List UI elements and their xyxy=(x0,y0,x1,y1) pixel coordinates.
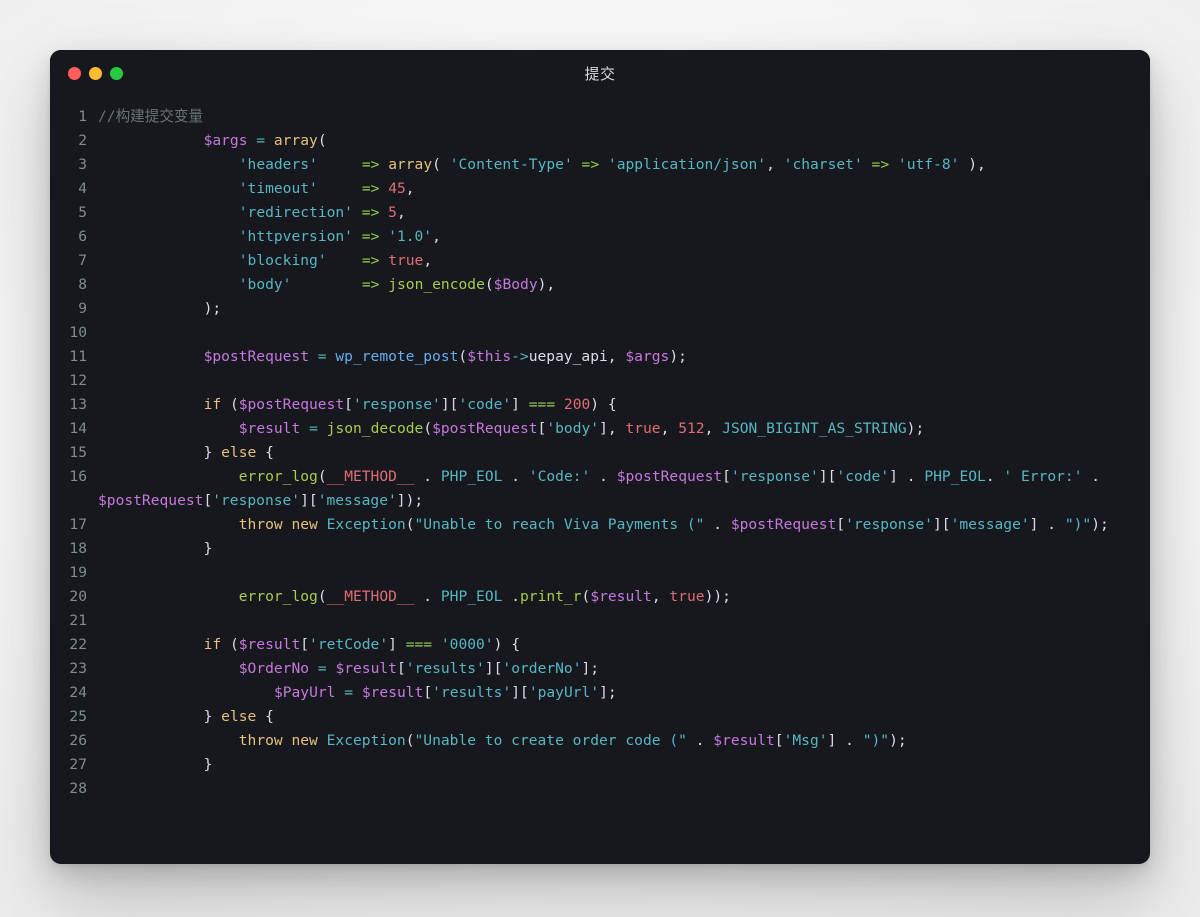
code-line-content[interactable]: } else { xyxy=(98,705,1150,729)
code-row: 3 'headers' => array( 'Content-Type' => … xyxy=(50,153,1150,177)
code-row: 25 } else { xyxy=(50,705,1150,729)
code-row: 17 throw new Exception("Unable to reach … xyxy=(50,513,1150,537)
line-number: 1 xyxy=(78,108,87,125)
window-title: 提交 xyxy=(584,65,616,83)
code-row: 14 $result = json_decode($postRequest['b… xyxy=(50,417,1150,441)
line-number: 15 xyxy=(69,444,87,461)
code-row: 4 'timeout' => 45, xyxy=(50,177,1150,201)
line-number: 16 xyxy=(69,468,87,485)
code-line-content[interactable]: $postRequest = wp_remote_post($this->uep… xyxy=(98,345,1150,369)
line-number: 18 xyxy=(69,540,87,557)
code-line-content[interactable]: ); xyxy=(98,297,1150,321)
line-number: 3 xyxy=(78,156,87,173)
code-row: 11 $postRequest = wp_remote_post($this->… xyxy=(50,345,1150,369)
code-row: 2 $args = array( xyxy=(50,129,1150,153)
code-line-content[interactable] xyxy=(98,777,1150,801)
line-number: 17 xyxy=(69,516,87,533)
code-row: 1 //构建提交变量 xyxy=(50,105,1150,129)
code-line-content[interactable] xyxy=(98,561,1150,585)
code-line-content[interactable] xyxy=(98,369,1150,393)
code-line-content[interactable]: 'httpversion' => '1.0', xyxy=(98,225,1150,249)
code-row: 6 'httpversion' => '1.0', xyxy=(50,225,1150,249)
code-row: 24 $PayUrl = $result['results']['payUrl'… xyxy=(50,681,1150,705)
code-line-content[interactable]: 'timeout' => 45, xyxy=(98,177,1150,201)
code-row: 26 throw new Exception("Unable to create… xyxy=(50,729,1150,753)
code-line-content[interactable]: 'redirection' => 5, xyxy=(98,201,1150,225)
line-number: 9 xyxy=(78,300,87,317)
line-number: 26 xyxy=(69,732,87,749)
code-line-content[interactable]: if ($postRequest['response']['code'] ===… xyxy=(98,393,1150,417)
line-number: 7 xyxy=(78,252,87,269)
code-row: 20 error_log(__METHOD__ . PHP_EOL .print… xyxy=(50,585,1150,609)
code-window: 提交 1//构建提交变量 2 $args = array(3 'headers' … xyxy=(50,50,1150,864)
line-number: 19 xyxy=(69,564,87,581)
line-number: 24 xyxy=(69,684,87,701)
line-number: 13 xyxy=(69,396,87,413)
code-line-content[interactable]: if ($result['retCode'] === '0000') { xyxy=(98,633,1150,657)
line-number: 21 xyxy=(69,612,87,629)
code-row: 19 xyxy=(50,561,1150,585)
code-line-content[interactable]: } xyxy=(98,753,1150,777)
line-number: 22 xyxy=(69,636,87,653)
line-number: 25 xyxy=(69,708,87,725)
line-number: 14 xyxy=(69,420,87,437)
code-row: 28 xyxy=(50,777,1150,801)
line-number: 11 xyxy=(69,348,87,365)
code-row: 15 } else { xyxy=(50,441,1150,465)
line-number: 5 xyxy=(78,204,87,221)
line-number: 6 xyxy=(78,228,87,245)
code-row: 8 'body' => json_encode($Body), xyxy=(50,273,1150,297)
code-row: 16 error_log(__METHOD__ . PHP_EOL . 'Cod… xyxy=(50,465,1150,513)
code-line-content[interactable]: 'headers' => array( 'Content-Type' => 'a… xyxy=(98,153,1150,177)
line-number: 23 xyxy=(69,660,87,677)
code-line-content[interactable]: error_log(__METHOD__ . PHP_EOL .print_r(… xyxy=(98,585,1150,609)
code-row: 22 if ($result['retCode'] === '0000') { xyxy=(50,633,1150,657)
code-row: 13 if ($postRequest['response']['code'] … xyxy=(50,393,1150,417)
code-line-content[interactable]: $PayUrl = $result['results']['payUrl']; xyxy=(98,681,1150,705)
code-line-content[interactable] xyxy=(98,321,1150,345)
code-row: 12 xyxy=(50,369,1150,393)
line-number: 28 xyxy=(69,780,87,797)
line-number: 20 xyxy=(69,588,87,605)
line-number: 12 xyxy=(69,372,87,389)
code-line-content[interactable]: error_log(__METHOD__ . PHP_EOL . 'Code:'… xyxy=(98,465,1150,513)
code-line-content[interactable]: } else { xyxy=(98,441,1150,465)
window-titlebar: 提交 xyxy=(50,50,1150,99)
code-row: 23 $OrderNo = $result['results']['orderN… xyxy=(50,657,1150,681)
code-row: 27 } xyxy=(50,753,1150,777)
code-row: 10 xyxy=(50,321,1150,345)
code-line-content[interactable]: throw new Exception("Unable to reach Viv… xyxy=(98,513,1150,537)
code-line-content[interactable]: $OrderNo = $result['results']['orderNo']… xyxy=(98,657,1150,681)
code-row: 9 ); xyxy=(50,297,1150,321)
code-line-content[interactable]: $result = json_decode($postRequest['body… xyxy=(98,417,1150,441)
code-row: 5 'redirection' => 5, xyxy=(50,201,1150,225)
code-line-content[interactable] xyxy=(98,609,1150,633)
code-row: 7 'blocking' => true, xyxy=(50,249,1150,273)
line-number: 8 xyxy=(78,276,87,293)
code-row: 18 } xyxy=(50,537,1150,561)
line-number: 4 xyxy=(78,180,87,197)
code-row: 21 xyxy=(50,609,1150,633)
code-line-content[interactable]: } xyxy=(98,537,1150,561)
code-line-content[interactable]: $args = array( xyxy=(98,129,1150,153)
code-line-content[interactable]: //构建提交变量 xyxy=(98,105,1150,129)
code-line-content[interactable]: throw new Exception("Unable to create or… xyxy=(98,729,1150,753)
code-line-content[interactable]: 'blocking' => true, xyxy=(98,249,1150,273)
code-line-content[interactable]: 'body' => json_encode($Body), xyxy=(98,273,1150,297)
line-number: 27 xyxy=(69,756,87,773)
line-number: 2 xyxy=(78,132,87,149)
code-editor[interactable]: 1//构建提交变量 2 $args = array(3 'headers' => … xyxy=(50,99,1150,801)
line-number: 10 xyxy=(69,324,87,341)
